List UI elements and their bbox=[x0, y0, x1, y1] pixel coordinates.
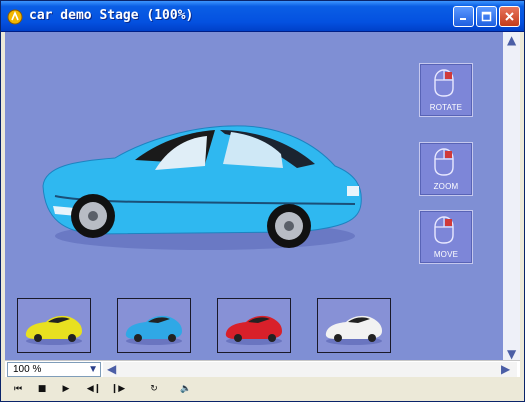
stage-canvas[interactable]: ROTATE ZOOM MOVE bbox=[5, 32, 503, 360]
step-back-icon: ◀❙ bbox=[86, 384, 102, 394]
close-icon bbox=[505, 12, 514, 21]
maximize-button[interactable] bbox=[476, 6, 497, 27]
car-swatch-yellow[interactable] bbox=[17, 298, 91, 353]
move-control[interactable]: MOVE bbox=[419, 210, 473, 264]
play-button[interactable]: ▶ bbox=[57, 380, 75, 398]
rewind-icon: ⏮ bbox=[13, 384, 23, 394]
car-swatch-blue[interactable] bbox=[117, 298, 191, 353]
loop-button[interactable]: ↻ bbox=[145, 380, 163, 398]
step-forward-button[interactable]: ❙▶ bbox=[109, 380, 127, 398]
scroll-right-icon[interactable]: ▶ bbox=[501, 363, 510, 375]
rewind-button[interactable]: ⏮ bbox=[9, 380, 27, 398]
scroll-up-icon[interactable]: ▲ bbox=[507, 34, 516, 46]
step-back-button[interactable]: ◀❙ bbox=[85, 380, 103, 398]
white-car-icon bbox=[325, 315, 382, 345]
close-button[interactable] bbox=[499, 6, 520, 27]
zoom-value: 100 % bbox=[13, 364, 42, 375]
volume-button[interactable]: 🔈 bbox=[177, 380, 195, 398]
minimize-icon bbox=[460, 18, 466, 20]
step-forward-icon: ❙▶ bbox=[110, 384, 126, 394]
car-swatch-white[interactable] bbox=[317, 298, 391, 353]
mouse-icon bbox=[434, 69, 454, 97]
mouse-icon bbox=[434, 216, 454, 244]
red-car-icon bbox=[225, 315, 282, 345]
stop-icon: ■ bbox=[37, 384, 47, 394]
playback-toolbar: ⏮ ■ ▶ ◀❙ ❙▶ ↻ 🔈 bbox=[5, 377, 520, 401]
chevron-down-icon[interactable]: ▼ bbox=[88, 363, 98, 376]
zoom-select[interactable]: 100 % ▼ bbox=[7, 362, 101, 377]
app-icon bbox=[7, 9, 23, 25]
title-bar[interactable]: car demo Stage (100%) bbox=[1, 1, 524, 32]
volume-icon: 🔈 bbox=[180, 384, 192, 394]
mouse-icon bbox=[434, 148, 454, 176]
status-bar: 100 % ▼ ◀ ▶ bbox=[5, 360, 520, 378]
minimize-button[interactable] bbox=[453, 6, 474, 27]
scroll-down-icon[interactable]: ▼ bbox=[507, 348, 516, 360]
window: car demo Stage (100%) ROTATE ZOOM MOVE ▲… bbox=[0, 0, 525, 402]
car-3d-model[interactable] bbox=[35, 116, 375, 256]
stop-button[interactable]: ■ bbox=[33, 380, 51, 398]
rotate-label: ROTATE bbox=[429, 103, 463, 112]
yellow-car-icon bbox=[25, 315, 83, 345]
horizontal-scrollbar[interactable]: ◀ ▶ bbox=[103, 362, 517, 377]
vertical-scrollbar[interactable]: ▲ ▼ bbox=[503, 32, 520, 360]
loop-icon: ↻ bbox=[150, 384, 158, 394]
window-title: car demo Stage (100%) bbox=[29, 8, 194, 23]
car-swatch-red[interactable] bbox=[217, 298, 291, 353]
move-label: MOVE bbox=[433, 250, 459, 259]
scroll-left-icon[interactable]: ◀ bbox=[107, 363, 116, 375]
zoom-control[interactable]: ZOOM bbox=[419, 142, 473, 196]
zoom-label: ZOOM bbox=[433, 182, 459, 191]
rotate-control[interactable]: ROTATE bbox=[419, 63, 473, 117]
maximize-icon bbox=[481, 11, 492, 22]
blue-car-icon bbox=[125, 315, 182, 345]
play-icon: ▶ bbox=[62, 384, 70, 394]
